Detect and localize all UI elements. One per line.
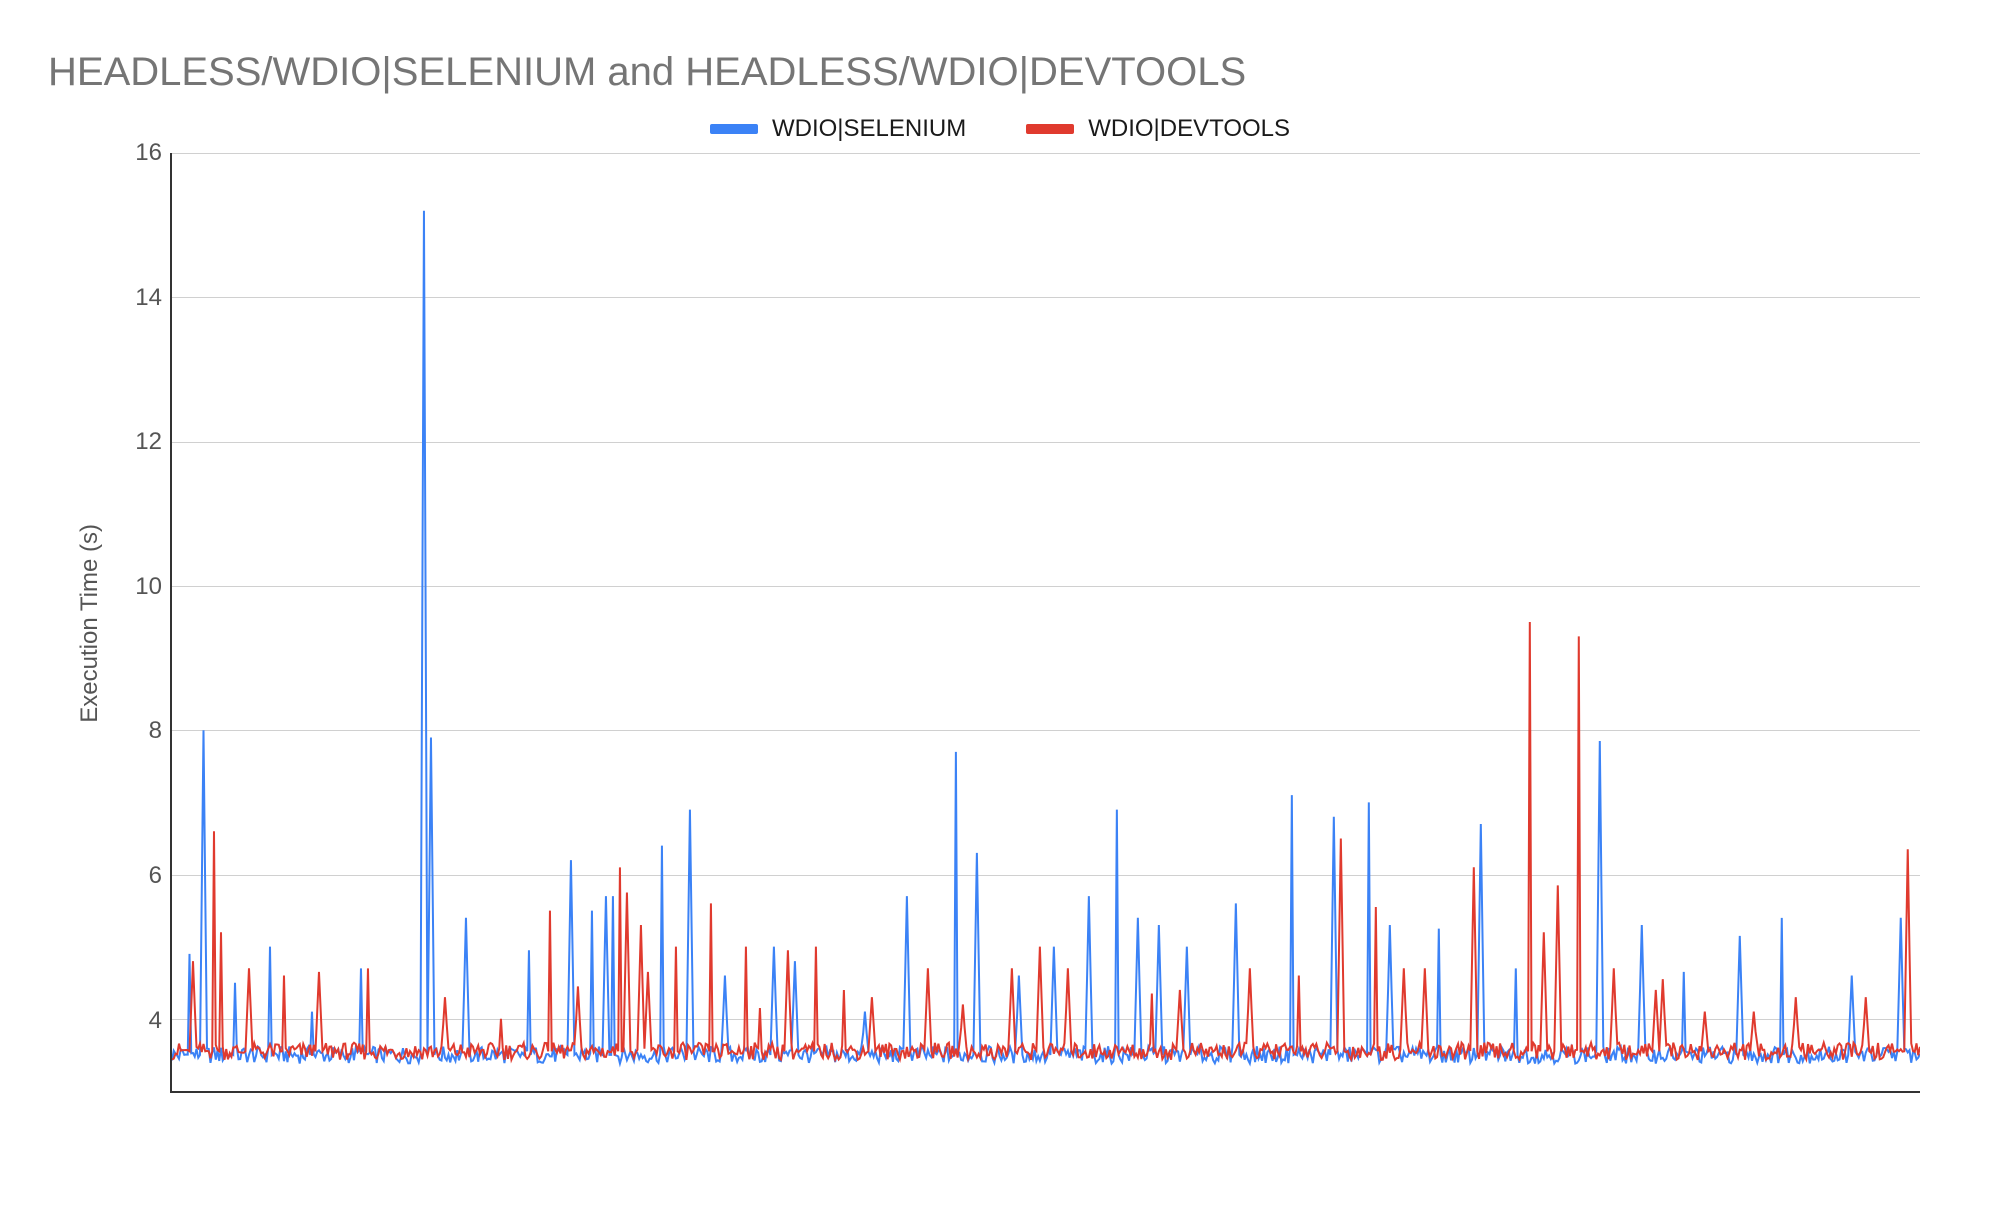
series-svg xyxy=(172,153,1920,1091)
series-line-selenium xyxy=(172,211,1920,1064)
y-tick-label: 12 xyxy=(112,428,162,456)
y-tick-label: 14 xyxy=(112,284,162,312)
legend-label-selenium: WDIO|SELENIUM xyxy=(772,115,966,143)
y-tick-label: 4 xyxy=(112,1007,162,1035)
y-tick-label: 10 xyxy=(112,573,162,601)
y-axis: 46810121416 xyxy=(110,153,170,1093)
y-tick-label: 8 xyxy=(112,717,162,745)
legend-swatch-selenium xyxy=(710,124,758,134)
legend-item-devtools: WDIO|DEVTOOLS xyxy=(1026,115,1290,143)
footer-spacer xyxy=(40,1103,1960,1203)
plot-region xyxy=(170,153,1920,1093)
y-axis-label: Execution Time (s) xyxy=(70,524,110,723)
chart-title: HEADLESS/WDIO|SELENIUM and HEADLESS/WDIO… xyxy=(48,50,1960,95)
axis-and-plot: 46810121416 xyxy=(110,153,1920,1093)
y-tick-label: 6 xyxy=(112,862,162,890)
chart-legend: WDIO|SELENIUM WDIO|DEVTOOLS xyxy=(40,115,1960,143)
y-tick-label: 16 xyxy=(112,139,162,167)
legend-label-devtools: WDIO|DEVTOOLS xyxy=(1088,115,1290,143)
legend-item-selenium: WDIO|SELENIUM xyxy=(710,115,966,143)
chart-area: Execution Time (s) 46810121416 xyxy=(70,153,1920,1093)
page-root: HEADLESS/WDIO|SELENIUM and HEADLESS/WDIO… xyxy=(0,0,2000,1229)
legend-swatch-devtools xyxy=(1026,124,1074,134)
